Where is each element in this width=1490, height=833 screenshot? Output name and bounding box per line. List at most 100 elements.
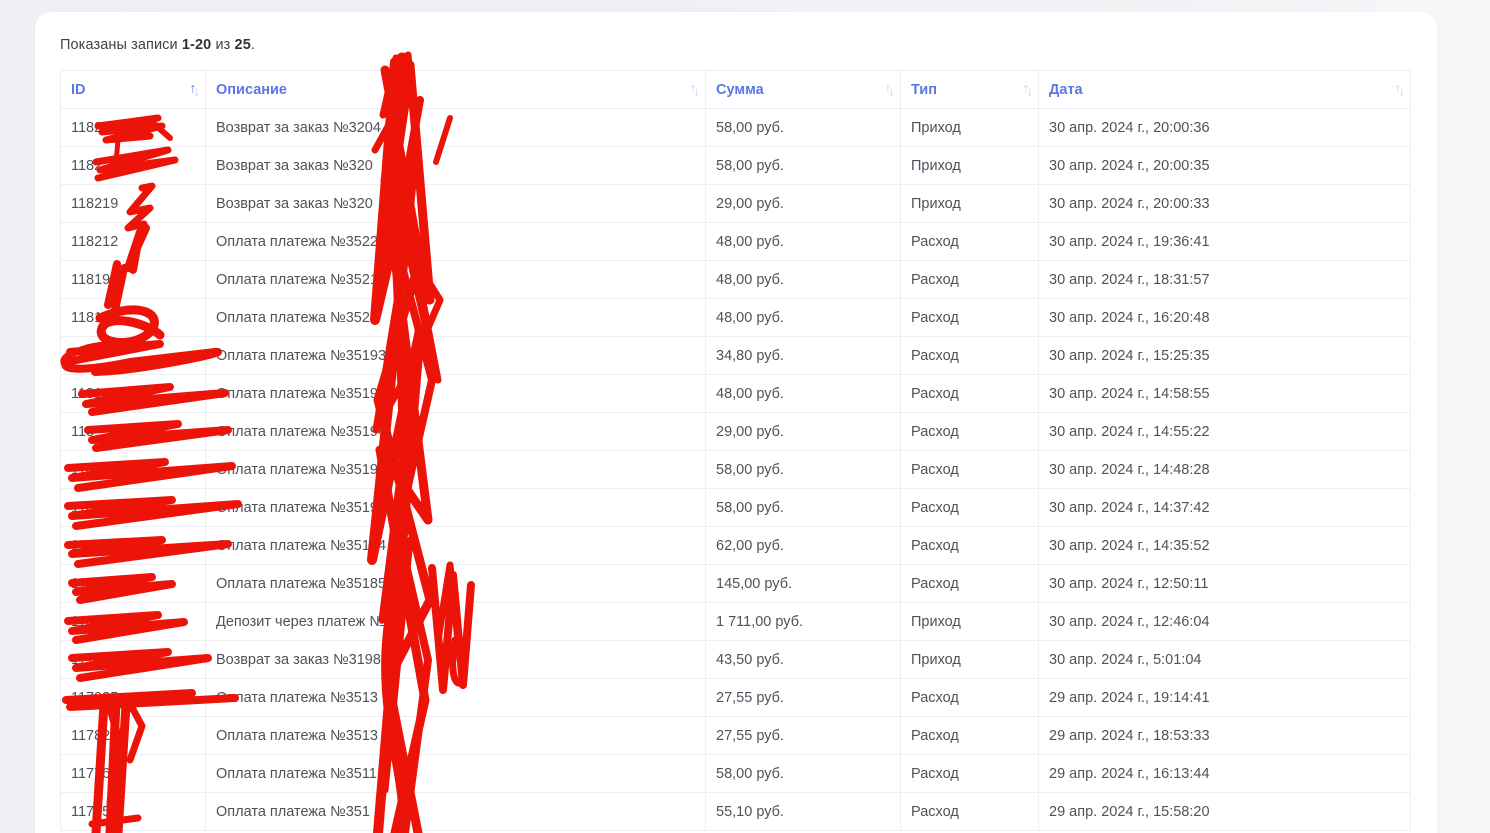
- table-row[interactable]: 118005 Оплата платежа №3519 58,00 руб. Р…: [60, 488, 1411, 527]
- column-header-описание[interactable]: Описание ↑↓: [205, 70, 706, 109]
- cell-description: Оплата платежа №3519: [205, 488, 706, 527]
- cell-date: 30 апр. 2024 г., 5:01:04: [1038, 640, 1411, 679]
- cell-amount: 55,10 руб.: [705, 792, 901, 831]
- cell-description: Оплата платежа №3520: [205, 298, 706, 337]
- cell-type: Расход: [900, 298, 1039, 337]
- cell-description: Возврат за заказ №3198: [205, 640, 706, 679]
- table-row[interactable]: 1181 Оплата платежа №35196 48,00 руб. Ра…: [60, 374, 1411, 413]
- cell-id: 1182: [60, 146, 206, 185]
- table-row[interactable]: 11775 Оплата платежа №351 55,10 руб. Рас…: [60, 792, 1411, 831]
- cell-amount: 48,00 руб.: [705, 260, 901, 299]
- cell-amount: 27,55 руб.: [705, 678, 901, 717]
- cell-date: 30 апр. 2024 г., 14:58:55: [1038, 374, 1411, 413]
- cell-id: 118: [60, 450, 206, 489]
- table-row[interactable]: 118219 Возврат за заказ №320 29,00 руб. …: [60, 184, 1411, 223]
- table-row[interactable]: 118 Оплата платежа №35193 34,80 руб. Рас…: [60, 336, 1411, 375]
- table-row[interactable]: 118212 Оплата платежа №3522 48,00 руб. Р…: [60, 222, 1411, 261]
- cell-id: 1182: [60, 526, 206, 565]
- cell-amount: 58,00 руб.: [705, 450, 901, 489]
- column-label: Сумма: [716, 81, 764, 98]
- cell-date: 30 апр. 2024 г., 14:55:22: [1038, 412, 1411, 451]
- cell-date: 29 апр. 2024 г., 15:58:20: [1038, 792, 1411, 831]
- cell-date: 30 апр. 2024 г., 16:20:48: [1038, 298, 1411, 337]
- cell-id: 1180: [60, 602, 206, 641]
- summary-of: из: [215, 37, 231, 53]
- cell-id: 117935: [60, 678, 206, 717]
- sort-icon: ↑↓: [1022, 80, 1033, 99]
- cell-date: 29 апр. 2024 г., 19:14:41: [1038, 678, 1411, 717]
- cell-description: Возврат за заказ №3204: [205, 108, 706, 147]
- cell-amount: 34,80 руб.: [705, 336, 901, 375]
- table-row[interactable]: 1100 Оплата платежа №35185 145,00 руб. Р…: [60, 564, 1411, 603]
- cell-description: Оплата платежа №35194: [205, 412, 706, 451]
- cell-amount: 58,00 руб.: [705, 488, 901, 527]
- cell-id: 1181: [60, 298, 206, 337]
- table-row[interactable]: 1180 Депозит через платеж № 1 711,00 руб…: [60, 602, 1411, 641]
- cell-date: 30 апр. 2024 г., 12:46:04: [1038, 602, 1411, 641]
- cell-id: 118005: [60, 488, 206, 527]
- column-header-тип[interactable]: Тип ↑↓: [900, 70, 1039, 109]
- cell-amount: 1 711,00 руб.: [705, 602, 901, 641]
- cell-description: Оплата платежа №35185: [205, 564, 706, 603]
- summary-range: 1-20: [181, 37, 212, 53]
- table-body: 1182 Возврат за заказ №3204 58,00 руб. П…: [60, 108, 1411, 831]
- cell-description: Депозит через платеж №: [205, 602, 706, 641]
- transactions-table: ID ↑↓ Описание ↑↓ Сумма ↑↓ Тип ↑↓ Дата ↑↓ 1182 Во…: [60, 70, 1411, 831]
- column-header-дата[interactable]: Дата ↑↓: [1038, 70, 1411, 109]
- cell-date: 30 апр. 2024 г., 12:50:11: [1038, 564, 1411, 603]
- cell-date: 30 апр. 2024 г., 20:00:36: [1038, 108, 1411, 147]
- cell-amount: 58,00 руб.: [705, 146, 901, 185]
- table-row[interactable]: 117935 Оплата платежа №3513 27,55 руб. Р…: [60, 678, 1411, 717]
- cell-type: Расход: [900, 678, 1039, 717]
- cell-type: Расход: [900, 564, 1039, 603]
- cell-amount: 48,00 руб.: [705, 222, 901, 261]
- cell-id: 11775: [60, 792, 206, 831]
- table-row[interactable]: 1182 Возврат за заказ №320 58,00 руб. Пр…: [60, 146, 1411, 185]
- cell-date: 30 апр. 2024 г., 20:00:35: [1038, 146, 1411, 185]
- cell-description: Оплата платежа №351: [205, 792, 706, 831]
- table-row[interactable]: 11819 Оплата платежа №3521 48,00 руб. Ра…: [60, 260, 1411, 299]
- cell-description: Оплата платежа №3519: [205, 450, 706, 489]
- cell-amount: 27,55 руб.: [705, 716, 901, 755]
- cell-amount: 29,00 руб.: [705, 184, 901, 223]
- cell-type: Расход: [900, 754, 1039, 793]
- cell-type: Приход: [900, 602, 1039, 641]
- cell-amount: 48,00 руб.: [705, 298, 901, 337]
- cell-id: 11776: [60, 754, 206, 793]
- table-row[interactable]: 118 Оплата платежа №35194 29,00 руб. Рас…: [60, 412, 1411, 451]
- summary-period: .: [250, 37, 256, 53]
- column-label: Описание: [216, 81, 287, 98]
- table-row[interactable]: 1182 Оплата платежа №35194 62,00 руб. Ра…: [60, 526, 1411, 565]
- cell-description: Оплата платежа №3513: [205, 716, 706, 755]
- table-row[interactable]: 11776 Оплата платежа №3511 58,00 руб. Ра…: [60, 754, 1411, 793]
- cell-id: 1181: [60, 374, 206, 413]
- cell-type: Приход: [900, 108, 1039, 147]
- cell-id: 1100: [60, 564, 206, 603]
- column-header-сумма[interactable]: Сумма ↑↓: [705, 70, 901, 109]
- table-row[interactable]: 1182 Возврат за заказ №3204 58,00 руб. П…: [60, 108, 1411, 147]
- cell-id: 118219: [60, 184, 206, 223]
- summary-prefix: Показаны записи: [60, 37, 178, 53]
- cell-id: 11819: [60, 260, 206, 299]
- column-header-id[interactable]: ID ↑↓: [60, 70, 206, 109]
- cell-date: 30 апр. 2024 г., 15:25:35: [1038, 336, 1411, 375]
- table-row[interactable]: 1181 Оплата платежа №3520 48,00 руб. Рас…: [60, 298, 1411, 337]
- cell-amount: 58,00 руб.: [705, 754, 901, 793]
- cell-description: Оплата платежа №35194: [205, 526, 706, 565]
- cell-type: Расход: [900, 336, 1039, 375]
- cell-amount: 43,50 руб.: [705, 640, 901, 679]
- table-row[interactable]: 11782 Оплата платежа №3513 27,55 руб. Ра…: [60, 716, 1411, 755]
- cell-description: Возврат за заказ №320: [205, 184, 706, 223]
- column-label: Тип: [911, 81, 937, 98]
- cell-type: Расход: [900, 488, 1039, 527]
- sort-icon: ↑↓: [689, 80, 700, 99]
- table-row[interactable]: 117 Возврат за заказ №3198 43,50 руб. Пр…: [60, 640, 1411, 679]
- sort-icon: ↑↓: [1394, 80, 1405, 99]
- cell-amount: 145,00 руб.: [705, 564, 901, 603]
- cell-date: 30 апр. 2024 г., 14:48:28: [1038, 450, 1411, 489]
- cell-type: Расход: [900, 374, 1039, 413]
- cell-description: Оплата платежа №35196: [205, 374, 706, 413]
- table-row[interactable]: 118 Оплата платежа №3519 58,00 руб. Расх…: [60, 450, 1411, 489]
- cell-type: Расход: [900, 222, 1039, 261]
- cell-description: Оплата платежа №3521: [205, 260, 706, 299]
